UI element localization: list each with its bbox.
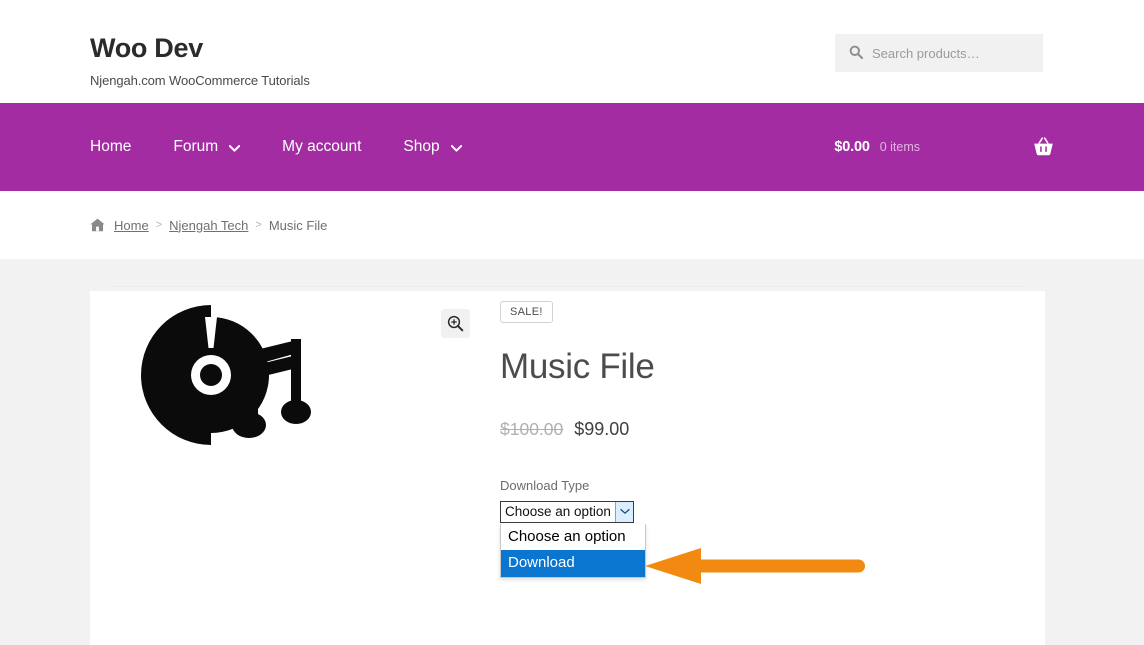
price-sale: $99.00 (574, 418, 630, 439)
product-image[interactable] (98, 299, 383, 451)
search-input[interactable] (872, 45, 1029, 61)
download-type-select-wrapper: Choose an option Choose an option Downlo… (500, 500, 646, 578)
breadcrumb-current-page: Music File (268, 217, 328, 233)
cart-item-count: 0 items (879, 140, 920, 154)
breadcrumb-separator: > (155, 219, 163, 231)
site-branding[interactable]: Woo Dev Njengah.com WooCommerce Tutorial… (90, 33, 310, 88)
nav-menu: Home Forum My account Shop (90, 138, 462, 156)
product-price: $100.00 $99.00 (500, 419, 1030, 440)
image-zoom-button[interactable] (441, 309, 470, 338)
select-selected-value: Choose an option (505, 504, 611, 519)
nav-inner: Home Forum My account Shop $0.00 0 items (0, 103, 1144, 191)
product-search-box[interactable] (835, 34, 1043, 72)
nav-item-label: Forum (173, 138, 219, 155)
chevron-down-icon (229, 144, 241, 152)
nav-item-my-account[interactable]: My account (282, 138, 361, 156)
shopping-basket-icon[interactable] (1033, 137, 1054, 157)
cart-summary[interactable]: $0.00 0 items (834, 137, 1054, 157)
page-body: SALE! Music File $100.00 $99.00 Download… (0, 259, 1144, 645)
breadcrumb-link-home[interactable]: Home (114, 218, 149, 233)
product-title: Music File (500, 347, 655, 386)
product-summary: SALE! Music File $100.00 $99.00 Download… (500, 301, 1030, 578)
product-gallery (98, 299, 470, 451)
dropdown-option-download[interactable]: Download (501, 550, 645, 577)
site-title[interactable]: Woo Dev (90, 33, 310, 64)
chevron-down-icon (450, 144, 462, 152)
breadcrumb-bar: Home > Njengah Tech > Music File (0, 191, 1144, 259)
site-tagline: Njengah.com WooCommerce Tutorials (90, 73, 310, 89)
nav-item-shop[interactable]: Shop (403, 138, 462, 156)
cart-total-amount: $0.00 (834, 139, 870, 155)
nav-item-forum[interactable]: Forum (173, 138, 241, 156)
nav-item-label: Home (90, 138, 132, 155)
nav-item-label: Shop (403, 138, 440, 155)
chevron-down-icon[interactable] (615, 501, 633, 522)
primary-navigation: Home Forum My account Shop $0.00 0 items (0, 103, 1144, 191)
variations-form: Download Type Choose an option Choose an… (500, 477, 1030, 578)
dropdown-option-choose-an-option[interactable]: Choose an option (501, 524, 645, 551)
header-inner: Woo Dev Njengah.com WooCommerce Tutorial… (0, 0, 1144, 103)
breadcrumb-separator: > (255, 219, 262, 231)
nav-item-label: My account (282, 138, 362, 155)
download-type-select[interactable]: Choose an option (500, 500, 634, 523)
home-icon[interactable] (90, 218, 105, 232)
download-type-dropdown-list[interactable]: Choose an option Download (500, 523, 646, 578)
nav-item-home[interactable]: Home (90, 138, 131, 156)
search-icon (849, 45, 863, 59)
variation-label-download-type: Download Type (500, 477, 590, 493)
price-original: $100.00 (500, 418, 564, 439)
sale-badge: SALE! (500, 301, 553, 323)
breadcrumb-link-njengah-tech[interactable]: Njengah Tech (169, 218, 248, 233)
section-divider (110, 286, 1025, 287)
product-card: SALE! Music File $100.00 $99.00 Download… (90, 286, 1045, 645)
breadcrumb: Home > Njengah Tech > Music File (90, 218, 327, 233)
site-header: Woo Dev Njengah.com WooCommerce Tutorial… (0, 0, 1144, 103)
